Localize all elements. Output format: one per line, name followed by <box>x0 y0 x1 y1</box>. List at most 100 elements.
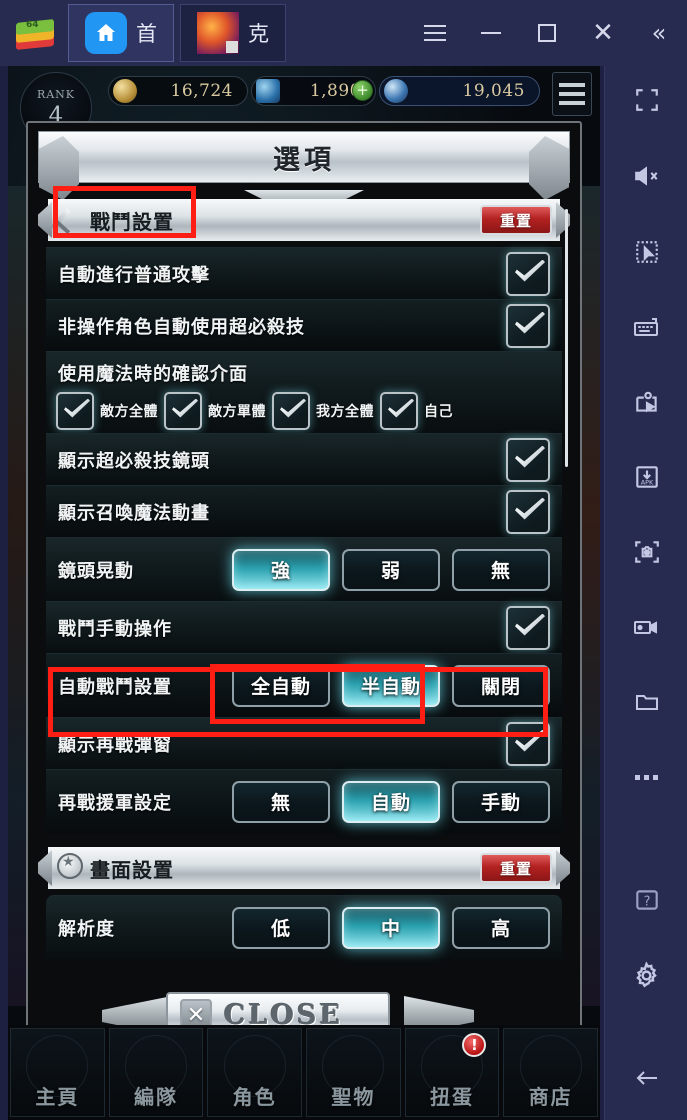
auto-battle-off[interactable]: 關閉 <box>452 664 550 707</box>
media-manager-button[interactable] <box>605 677 687 727</box>
option-enemy-single[interactable]: 敵方單體 <box>164 391 266 430</box>
logo-badge-64: 64 <box>26 20 39 30</box>
rebattle-support-options: 無 自動 手動 <box>232 780 550 823</box>
row-label: 顯示召喚魔法動畫 <box>58 502 210 524</box>
auto-battle-options: 全自動 半自動 關閉 <box>232 664 550 707</box>
maximize-icon <box>538 24 556 42</box>
game-thumbnail <box>197 12 239 54</box>
question-mark-icon: ? <box>635 890 658 910</box>
row-label: 解析度 <box>58 918 115 940</box>
currency-gold-value: 16,724 <box>170 81 233 101</box>
label-enemy-all: 敵方全體 <box>100 403 158 420</box>
options-scrollbar[interactable] <box>565 209 568 467</box>
row-auto-limit-break[interactable]: 非操作角色自動使用超必殺技 <box>46 299 562 351</box>
close-button[interactable]: ✕ <box>575 3 631 63</box>
section-header-battle[interactable]: 戰鬥設置 重置 <box>48 199 560 241</box>
checkbox-self[interactable] <box>380 391 418 430</box>
settings-button[interactable] <box>605 950 687 1000</box>
nav-item-party[interactable]: 編隊 <box>108 1028 204 1117</box>
record-button[interactable] <box>605 602 687 652</box>
macro-button[interactable] <box>605 378 687 428</box>
coin-icon <box>113 79 137 103</box>
currency-orb[interactable]: 19,045 <box>379 76 540 106</box>
video-camera-icon <box>633 621 657 634</box>
add-gem-button[interactable]: + <box>352 80 373 101</box>
camera-shake-strong[interactable]: 強 <box>232 548 330 591</box>
section-header-display[interactable]: 畫面設置 重置 <box>48 847 560 889</box>
nav-item-character[interactable]: 角色 <box>207 1028 303 1117</box>
svg-text:APK: APK <box>640 479 653 487</box>
fullscreen-button[interactable] <box>605 75 687 125</box>
auto-battle-semi[interactable]: 半自動 <box>342 664 440 707</box>
option-self[interactable]: 自己 <box>380 391 453 430</box>
row-show-limit-break-camera[interactable]: 顯示超必殺技鏡頭 <box>46 433 562 485</box>
option-ally-all[interactable]: 我方全體 <box>272 391 374 430</box>
screenshot-button[interactable] <box>605 527 687 577</box>
row-auto-normal-attack[interactable]: 自動進行普通攻擊 <box>46 247 562 299</box>
checkbox-show-limit-break-camera[interactable] <box>506 437 550 482</box>
camera-icon <box>634 541 659 563</box>
tab-home[interactable]: 首 <box>68 4 174 62</box>
display-rows: 解析度 低 中 高 <box>46 895 562 959</box>
checkbox-auto-normal-attack[interactable] <box>506 251 550 296</box>
tab-game[interactable]: 克 <box>180 4 286 62</box>
rebattle-support-auto[interactable]: 自動 <box>342 780 440 823</box>
row-manual-battle-control[interactable]: 戰鬥手動操作 <box>46 601 562 653</box>
nav-label: 編隊 <box>134 1085 178 1109</box>
checkbox-show-summon-animation[interactable] <box>506 489 550 534</box>
crystal-icon <box>256 79 280 103</box>
keymapping-button[interactable] <box>605 302 687 352</box>
mute-button[interactable] <box>605 151 687 201</box>
ellipsis-icon <box>634 775 658 780</box>
chevron-double-left-icon: « <box>651 19 667 47</box>
battle-rows: 自動進行普通攻擊 非操作角色自動使用超必殺技 使用魔法時的確認介面 敵方全體 敵… <box>46 247 562 833</box>
resolution-medium[interactable]: 中 <box>342 906 440 949</box>
reset-battle-button[interactable]: 重置 <box>480 205 552 235</box>
install-apk-button[interactable]: APK <box>605 452 687 502</box>
help-button[interactable]: ? <box>605 875 687 925</box>
options-scroll-area[interactable]: 戰鬥設置 重置 自動進行普通攻擊 非操作角色自動使用超必殺技 使用魔法時的確認介… <box>38 195 570 995</box>
bluestacks-logo: 64 <box>8 10 62 56</box>
nav-item-relic[interactable]: 聖物 <box>306 1028 401 1117</box>
row-rebattle-support-setting: 再戰援軍設定 無 自動 手動 <box>46 769 562 833</box>
arrow-left-icon <box>636 1071 657 1085</box>
row-label: 使用魔法時的確認介面 <box>58 363 248 385</box>
checkbox-auto-limit-break[interactable] <box>506 303 550 348</box>
rebattle-support-none[interactable]: 無 <box>232 780 330 823</box>
orb-icon <box>384 79 408 103</box>
currency-gold[interactable]: 16,724 <box>108 76 248 106</box>
nav-item-home[interactable]: 主頁 <box>10 1028 105 1117</box>
maximize-button[interactable] <box>519 3 575 63</box>
folder-icon <box>635 695 658 710</box>
menu-button[interactable] <box>407 3 463 63</box>
collapse-sidebar-button[interactable]: « <box>631 3 687 63</box>
camera-shake-weak[interactable]: 弱 <box>342 548 440 591</box>
gacha-alert-badge: ! <box>462 1033 487 1057</box>
checkbox-manual-battle-control[interactable] <box>506 605 550 650</box>
row-auto-battle-setting: 自動戰鬥設置 全自動 半自動 關閉 <box>46 653 562 717</box>
auto-battle-full[interactable]: 全自動 <box>232 664 330 707</box>
row-show-summon-animation[interactable]: 顯示召喚魔法動畫 <box>46 485 562 537</box>
minimize-button[interactable] <box>463 3 519 63</box>
cursor-select-icon <box>635 241 658 263</box>
rebattle-support-manual[interactable]: 手動 <box>452 780 550 823</box>
nav-item-shop[interactable]: 商店 <box>503 1028 599 1117</box>
nav-label: 扭蛋 <box>430 1085 475 1109</box>
checkbox-ally-all[interactable] <box>272 391 310 430</box>
resolution-low[interactable]: 低 <box>232 906 330 949</box>
checkbox-show-rebattle-popup[interactable] <box>506 721 550 766</box>
reset-display-button[interactable]: 重置 <box>480 853 552 883</box>
option-enemy-all[interactable]: 敵方全體 <box>56 391 158 430</box>
multi-select-button[interactable] <box>605 227 687 277</box>
checkbox-enemy-all[interactable] <box>56 391 94 430</box>
camera-shake-none[interactable]: 無 <box>452 548 550 591</box>
more-button[interactable] <box>605 752 687 802</box>
resolution-high[interactable]: 高 <box>452 906 550 949</box>
emulator-sidebar: APK ? <box>604 66 687 1120</box>
back-button[interactable] <box>605 1053 687 1103</box>
row-show-rebattle-popup[interactable]: 顯示再戰彈窗 <box>46 717 562 769</box>
row-magic-confirm: 使用魔法時的確認介面 敵方全體 敵方單體 我方全體 自己 <box>46 351 562 433</box>
game-menu-button[interactable] <box>552 72 592 116</box>
checkbox-enemy-single[interactable] <box>164 391 202 430</box>
nav-item-gacha[interactable]: ! 扭蛋 <box>404 1028 500 1117</box>
